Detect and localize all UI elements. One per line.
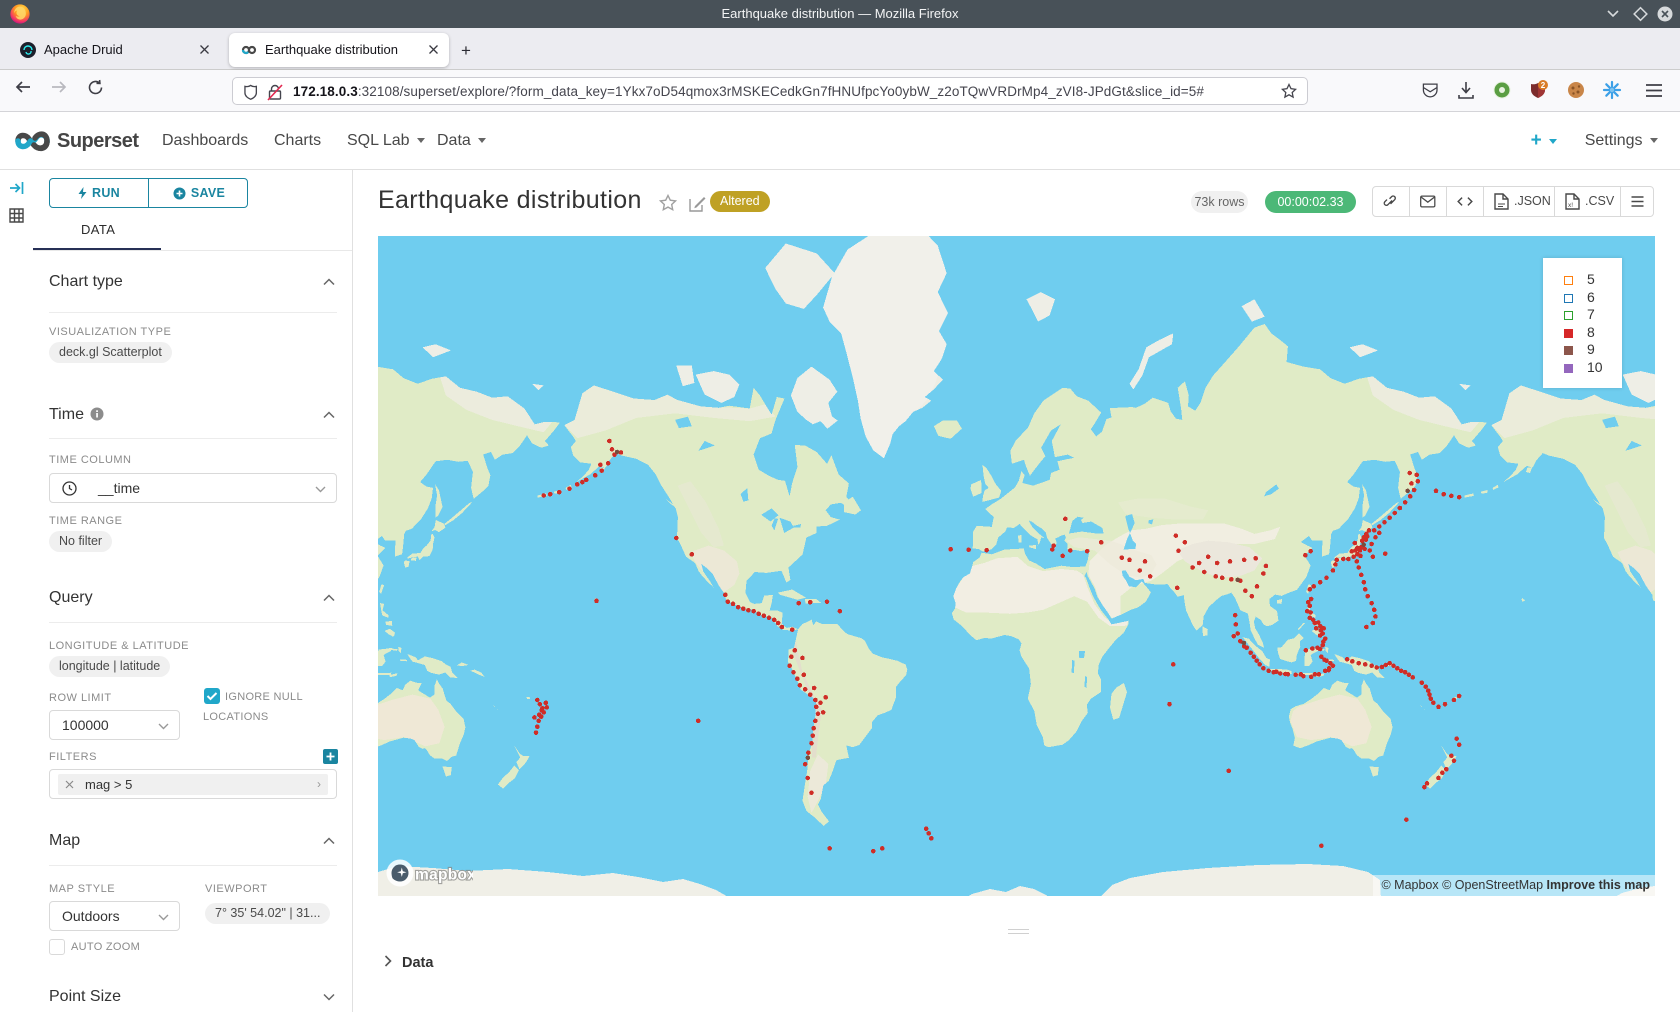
svg-text:x!: x! — [1568, 202, 1573, 209]
svg-text:mapbox: mapbox — [415, 867, 473, 884]
svg-text:2: 2 — [1541, 81, 1546, 90]
